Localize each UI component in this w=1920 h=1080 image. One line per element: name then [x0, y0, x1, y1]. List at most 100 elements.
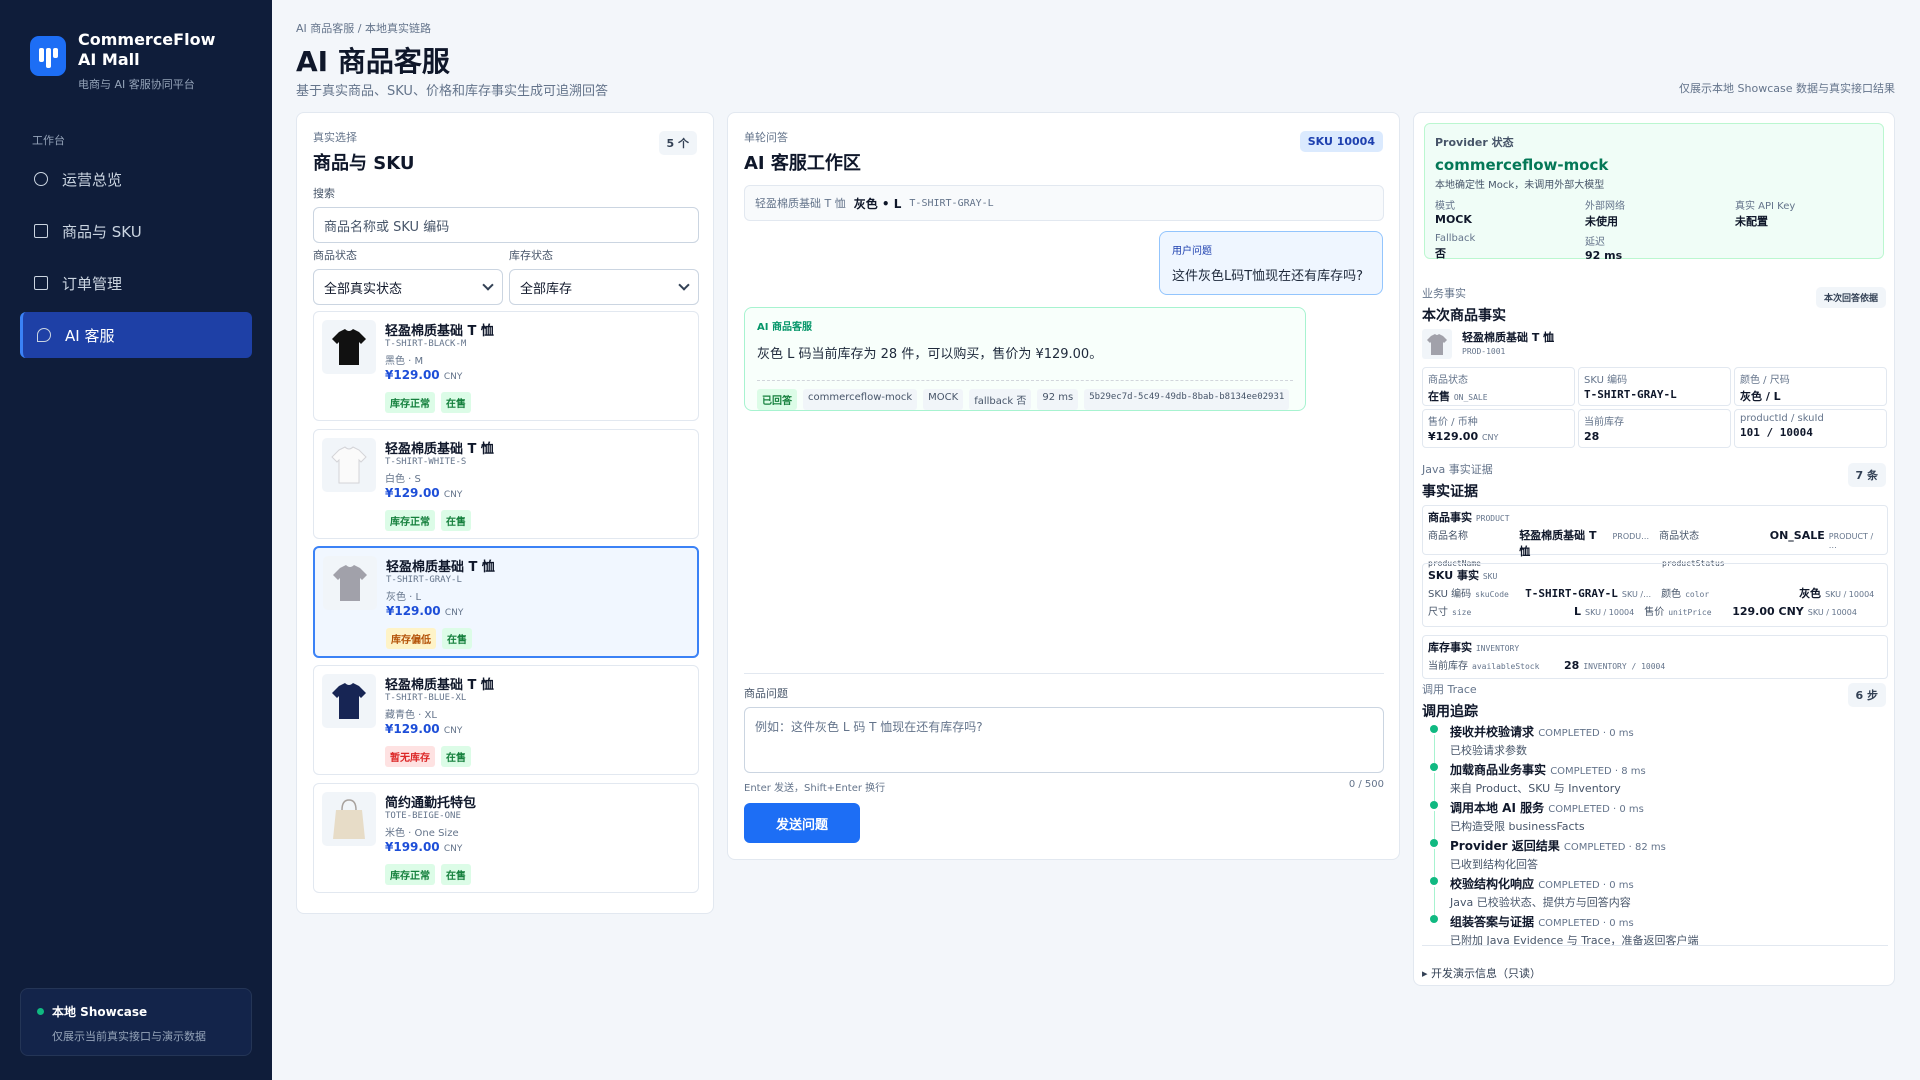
user-message: 用户问题 这件灰色L码T恤现在还有库存吗? [1159, 231, 1383, 295]
basis-badge: 本次回答依据 [1815, 287, 1886, 308]
trace-step: 接收并校验请求 COMPLETED · 0 ms 已校验请求参数 [1428, 723, 1878, 763]
question-textarea[interactable]: 例如：这件灰色 L 码 T 恤现在还有库存吗? [744, 707, 1384, 773]
evidence-source: PRODU… [1612, 532, 1650, 541]
provider-key: 外部网络 [1585, 201, 1625, 212]
user-message-label: 用户问题 [1172, 246, 1212, 257]
trace-id-badge: 5b29ec7d-5c49-49db-8bab-b8134ee02931 [1084, 389, 1290, 410]
panel-title: AI 客服工作区 [744, 153, 861, 174]
evidence-field: size [1452, 608, 1472, 617]
sidebar: CommerceFlow AI Mall 电商与 AI 客服协同平台 工作台 运… [0, 0, 272, 1080]
fact-sub: CNY [1481, 433, 1499, 442]
stock-badge: 库存正常 [385, 392, 435, 413]
box-icon [34, 224, 48, 238]
product-card-selected[interactable]: 轻盈棉质基础 T 恤 T-SHIRT-GRAY-L 灰色 · L ¥129.00… [313, 546, 699, 658]
evidence-value: 灰色 [1799, 587, 1822, 600]
stock-badge: 库存偏低 [386, 628, 436, 649]
evidence-value: 轻盈棉质基础 T 恤 [1519, 529, 1597, 558]
section-eyebrow: 调用 Trace [1422, 683, 1477, 696]
sidebar-item-label: AI 客服 [65, 326, 115, 345]
trace-step-status: COMPLETED · 8 ms [1550, 766, 1646, 777]
brand-title: CommerceFlow AI Mall [78, 30, 216, 69]
circle-icon [34, 172, 48, 186]
context-bar: 轻盈棉质基础 T 恤 灰色 • L T-SHIRT-GRAY-L [744, 185, 1384, 221]
stock-badge: 库存正常 [385, 510, 435, 531]
trace-step-desc: 已构造受限 businessFacts [1450, 820, 1585, 833]
ai-meta-row: 已回答 commerceflow-mock MOCK fallback 否 92… [757, 380, 1293, 410]
fact-key: 售价 / 币种 [1428, 417, 1478, 428]
product-variant: 白色 · S [385, 474, 421, 485]
product-thumbnail [323, 556, 377, 610]
price-currency: CNY [444, 608, 464, 618]
ai-message-label: AI 商品客服 [757, 322, 812, 333]
provider-key: 真实 API Key [1735, 201, 1796, 212]
page-note: 仅展示本地 Showcase 数据与真实接口结果 [1679, 82, 1895, 95]
trace-step-name: Provider 返回结果 [1450, 839, 1560, 853]
product-sku: TOTE-BEIGE-ONE [385, 811, 461, 821]
section-title: 事实证据 [1422, 484, 1478, 500]
sidebar-item-products[interactable]: 商品与 SKU [20, 208, 252, 254]
biz-product: 轻盈棉质基础 T 恤 PROD-1001 [1422, 329, 1554, 359]
sku-badge: SKU 10004 [1299, 131, 1383, 152]
status-badge: 在售 [441, 392, 471, 413]
provider-key: 模式 [1435, 201, 1455, 212]
fact-value: 灰色 / L [1740, 390, 1781, 403]
trace-step-status: COMPLETED · 0 ms [1538, 918, 1634, 929]
send-button[interactable]: 发送问题 [744, 803, 860, 843]
trace-step-desc: 已收到结构化回答 [1450, 858, 1538, 871]
product-card[interactable]: 简约通勤托特包 TOTE-BEIGE-ONE 米色 · One Size ¥19… [313, 783, 699, 893]
panel-eyebrow: 真实选择 [313, 131, 357, 144]
evidence-key: 售价 [1644, 607, 1665, 618]
product-card[interactable]: 轻盈棉质基础 T 恤 T-SHIRT-BLACK-M 黑色 · M ¥129.0… [313, 311, 699, 421]
sidebar-item-overview[interactable]: 运营总览 [20, 156, 252, 202]
evidence-title: 库存事实 [1428, 641, 1472, 654]
showcase-desc: 仅展示当前真实接口与演示数据 [52, 1030, 206, 1043]
ai-message: AI 商品客服 灰色 L 码当前库存为 28 件，可以购买，售价为 ¥129.0… [744, 307, 1306, 411]
page-title: AI 商品客服 [296, 45, 450, 78]
fact-key: SKU 编码 [1584, 375, 1628, 386]
product-thumbnail [1422, 329, 1452, 359]
brand: CommerceFlow AI Mall 电商与 AI 客服协同平台 [30, 30, 238, 92]
ai-message-text: 灰色 L 码当前库存为 28 件，可以购买，售价为 ¥129.00。 [757, 347, 1103, 362]
trace-step-name: 加载商品业务事实 [1450, 763, 1547, 777]
fact-key: 颜色 / 尺码 [1740, 375, 1790, 386]
evidence-tag: PRODUCT [1475, 514, 1510, 523]
product-price: ¥129.00 CNY [385, 486, 462, 500]
evidence-key: 当前库存 [1428, 661, 1468, 672]
evidence-tag: INVENTORY [1475, 644, 1520, 653]
product-sku: T-SHIRT-BLACK-M [385, 339, 467, 349]
trace-step: 加载商品业务事实 COMPLETED · 8 ms 来自 Product、SKU … [1428, 761, 1878, 801]
product-card[interactable]: 轻盈棉质基础 T 恤 T-SHIRT-BLUE-XL 藏青色 · XL ¥129… [313, 665, 699, 775]
fact-value: ¥129.00 [1428, 430, 1479, 443]
provider-value: 未使用 [1585, 215, 1618, 228]
section-title: 本次商品事实 [1422, 308, 1506, 324]
sidebar-item-ai-service[interactable]: AI 客服 [20, 312, 252, 358]
price-value: ¥129.00 [385, 722, 440, 736]
provider-key: Fallback [1435, 233, 1476, 244]
evidence-source: PRODUCT / … [1828, 532, 1874, 550]
evidence-source: INVENTORY / 10004 [1583, 662, 1666, 671]
trace-step-status: COMPLETED · 0 ms [1548, 804, 1644, 815]
evidence-field: color [1685, 590, 1710, 599]
status-badge: 在售 [441, 510, 471, 531]
product-variant: 灰色 · L [386, 592, 422, 603]
product-card[interactable]: 轻盈棉质基础 T 恤 T-SHIRT-WHITE-S 白色 · S ¥129.0… [313, 429, 699, 539]
search-label: 搜索 [313, 187, 335, 200]
sidebar-item-label: 订单管理 [62, 274, 123, 293]
stock-select[interactable]: 全部库存 [509, 269, 699, 305]
price-value: ¥129.00 [385, 368, 440, 382]
showcase-title: 本地 Showcase [52, 1005, 148, 1019]
sidebar-item-orders[interactable]: 订单管理 [20, 260, 252, 306]
price-value: ¥199.00 [385, 840, 440, 854]
trace-step-desc: Java 已校验状态、提供方与回答内容 [1450, 896, 1631, 909]
user-message-text: 这件灰色L码T恤现在还有库存吗? [1172, 269, 1364, 284]
provider-value: MOCK [1435, 213, 1472, 226]
search-input[interactable]: 商品名称或 SKU 编码 [313, 207, 699, 243]
showcase-card: 本地 Showcase 仅展示当前真实接口与演示数据 [20, 988, 252, 1056]
dev-info-toggle[interactable]: ▸ 开发演示信息（只读） [1422, 965, 1541, 981]
breadcrumb: AI 商品客服 / 本地真实链路 [296, 22, 431, 35]
latency-badge: 92 ms [1037, 389, 1079, 410]
status-select[interactable]: 全部真实状态 [313, 269, 503, 305]
evidence-source: SKU /… [1621, 590, 1652, 599]
price-currency: CNY [443, 372, 463, 382]
panel-title: 商品与 SKU [313, 153, 415, 174]
